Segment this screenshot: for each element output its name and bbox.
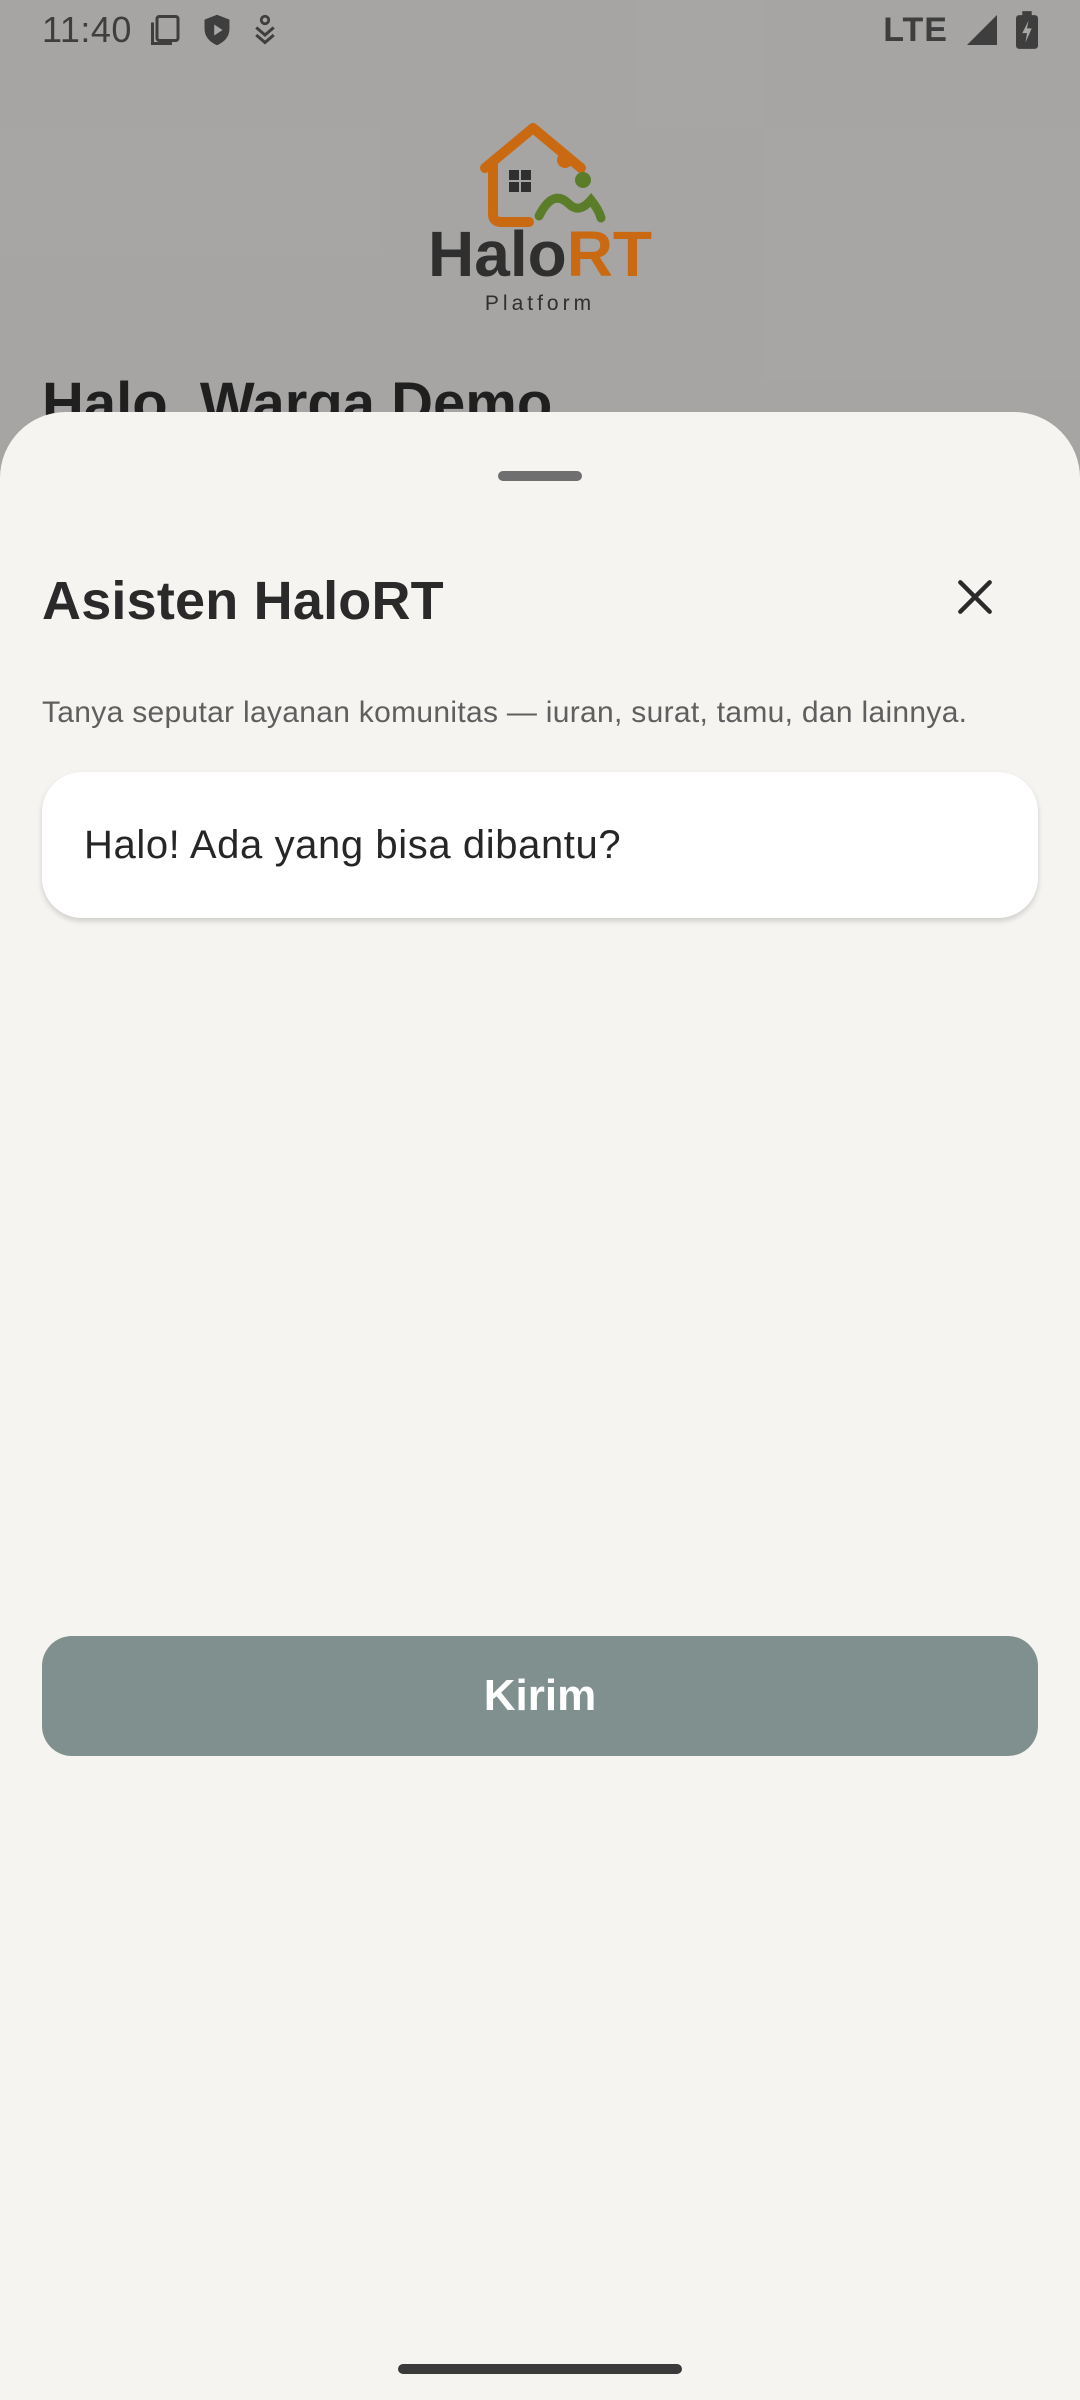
sim-card-icon — [150, 15, 180, 45]
logo-wordmark: HaloRT — [428, 222, 652, 286]
download-icon — [255, 14, 275, 45]
close-button[interactable] — [940, 562, 1010, 632]
battery-charging-icon — [1016, 11, 1038, 49]
shield-play-icon — [204, 14, 230, 46]
assistant-message: Halo! Ada yang bisa dibantu? — [42, 772, 1038, 918]
drag-handle[interactable] — [498, 471, 582, 481]
logo-word-rt: RT — [566, 218, 652, 290]
signal-icon — [967, 15, 997, 45]
logo-word-halo: Halo — [428, 218, 567, 290]
assistant-bottom-sheet: Asisten HaloRT Tanya seputar layanan kom… — [0, 412, 1080, 2400]
gesture-navigation-bar[interactable] — [398, 2364, 682, 2374]
close-icon — [958, 580, 992, 614]
sheet-description: Tanya seputar layanan komunitas — iuran,… — [42, 696, 968, 729]
logo-subtitle: Platform — [484, 292, 596, 315]
sheet-title: Asisten HaloRT — [42, 571, 444, 631]
send-button[interactable]: Kirim — [42, 1636, 1038, 1756]
halort-logo: HaloRT Platform — [420, 118, 660, 318]
house-icon — [480, 123, 606, 227]
status-bar: 11:40 LTE — [0, 0, 1080, 60]
network-type: LTE — [883, 10, 948, 49]
message-text: Halo! Ada yang bisa dibantu? — [84, 822, 622, 867]
status-time: 11:40 — [42, 9, 132, 50]
